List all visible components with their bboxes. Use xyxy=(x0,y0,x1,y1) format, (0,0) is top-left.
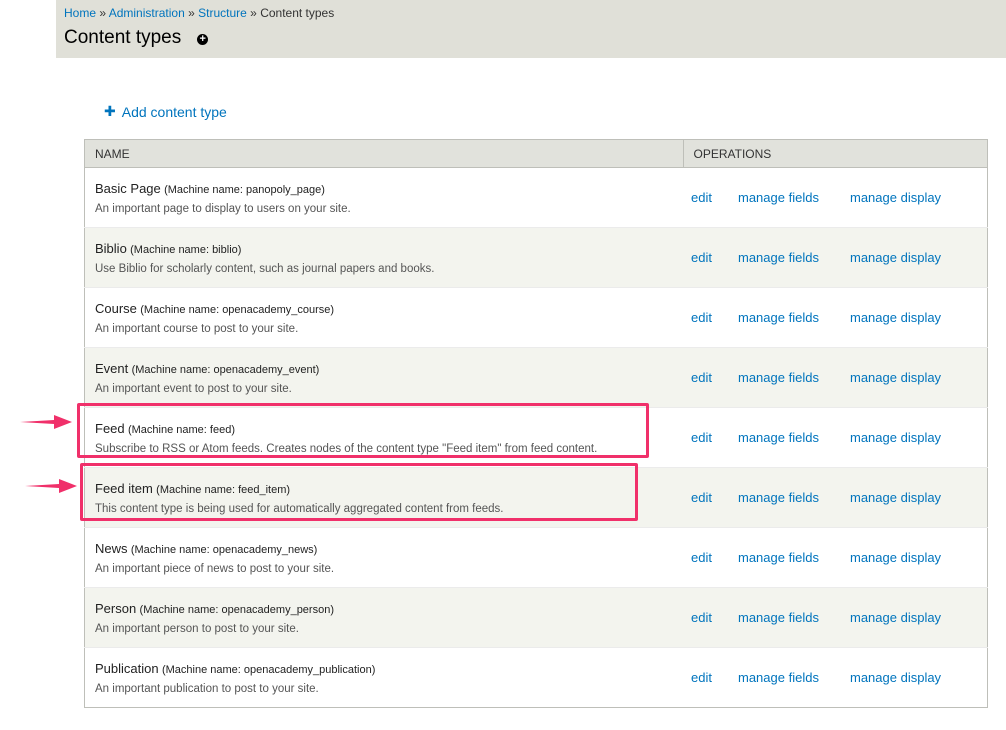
operations-cell: edit manage fields manage display xyxy=(683,227,988,288)
edit-link[interactable]: edit xyxy=(691,250,738,265)
machine-name: (Machine name: openacademy_course) xyxy=(140,303,335,316)
manage-display-link[interactable]: manage display xyxy=(850,190,941,205)
manage-fields-link[interactable]: manage fields xyxy=(738,490,850,505)
manage-fields-link[interactable]: manage fields xyxy=(738,190,850,205)
operations-cell: edit manage fields manage display xyxy=(683,467,988,528)
column-header-name: NAME xyxy=(84,139,684,168)
highlight-box-feed-item xyxy=(80,463,638,521)
machine-name: (Machine name: openacademy_news) xyxy=(130,543,318,556)
table-row: Basic Page (Machine name: panopoly_page)… xyxy=(84,167,988,228)
table-row: Event (Machine name: openacademy_event) A… xyxy=(84,347,988,408)
manage-display-link[interactable]: manage display xyxy=(850,550,941,565)
name-cell: Event (Machine name: openacademy_event) A… xyxy=(84,347,683,408)
name-cell: Person (Machine name: openacademy_person… xyxy=(84,587,683,648)
operations-cell: edit manage fields manage display xyxy=(683,647,988,708)
breadcrumb-current: Content types xyxy=(260,6,335,20)
name-cell: Biblio (Machine name: biblio) Use Biblio … xyxy=(84,227,683,288)
manage-display-link[interactable]: manage display xyxy=(850,310,941,325)
content-type-name: Basic Page xyxy=(95,180,161,196)
page-title: Content types xyxy=(64,27,182,48)
highlight-box-feed xyxy=(77,403,649,458)
add-shortcut-icon[interactable]: + xyxy=(197,33,209,45)
content-type-description: An important person to post to your site… xyxy=(95,622,299,635)
manage-fields-link[interactable]: manage fields xyxy=(738,370,850,385)
page-header: Home » Administration » Structure » Cont… xyxy=(56,0,1006,58)
breadcrumb-separator: » xyxy=(188,6,195,20)
operations-cell: edit manage fields manage display xyxy=(683,347,988,408)
content-type-name: News xyxy=(95,540,128,556)
content-type-name: Biblio xyxy=(95,240,127,256)
manage-fields-link[interactable]: manage fields xyxy=(738,250,850,265)
edit-link[interactable]: edit xyxy=(691,610,738,625)
operations-cell: edit manage fields manage display xyxy=(683,587,988,648)
content-type-description: An important piece of news to post to yo… xyxy=(95,562,335,575)
content-type-description: Use Biblio for scholarly content, such a… xyxy=(95,262,435,275)
edit-link[interactable]: edit xyxy=(691,550,738,565)
name-cell: Publication (Machine name: openacademy_p… xyxy=(84,647,683,708)
manage-fields-link[interactable]: manage fields xyxy=(738,670,850,685)
manage-display-link[interactable]: manage display xyxy=(850,430,941,445)
breadcrumb-separator: » xyxy=(250,6,257,20)
column-header-operations: OPERATIONS xyxy=(682,139,988,168)
content-type-description: An important course to post to your site… xyxy=(95,322,299,335)
table-row: Publication (Machine name: openacademy_p… xyxy=(84,647,988,708)
manage-display-link[interactable]: manage display xyxy=(850,670,941,685)
breadcrumb-home[interactable]: Home xyxy=(64,6,96,20)
edit-link[interactable]: edit xyxy=(691,370,738,385)
table-header-row: NAME OPERATIONS xyxy=(84,139,988,168)
operations-cell: edit manage fields manage display xyxy=(683,407,988,468)
edit-link[interactable]: edit xyxy=(691,490,738,505)
manage-fields-link[interactable]: manage fields xyxy=(738,430,850,445)
manage-fields-link[interactable]: manage fields xyxy=(738,610,850,625)
machine-name: (Machine name: openacademy_publication) xyxy=(161,663,376,676)
breadcrumb-administration[interactable]: Administration xyxy=(109,6,185,20)
content-type-description: An important publication to post to your… xyxy=(95,682,319,695)
machine-name: (Machine name: openacademy_person) xyxy=(139,603,334,616)
breadcrumb-structure[interactable]: Structure xyxy=(198,6,247,20)
edit-link[interactable]: edit xyxy=(691,430,738,445)
edit-link[interactable]: edit xyxy=(691,670,738,685)
content-type-description: An important page to display to users on… xyxy=(95,202,351,215)
edit-link[interactable]: edit xyxy=(691,190,738,205)
breadcrumb: Home » Administration » Structure » Cont… xyxy=(64,6,334,20)
machine-name: (Machine name: panopoly_page) xyxy=(164,183,325,196)
add-content-type-link[interactable]: ✚ Add content type xyxy=(104,103,227,120)
operations-cell: edit manage fields manage display xyxy=(683,527,988,588)
plus-icon: ✚ xyxy=(104,103,116,119)
content-type-name: Publication xyxy=(95,660,159,676)
manage-display-link[interactable]: manage display xyxy=(850,610,941,625)
manage-display-link[interactable]: manage display xyxy=(850,370,941,385)
table-row: Person (Machine name: openacademy_person… xyxy=(84,587,988,648)
manage-display-link[interactable]: manage display xyxy=(850,250,941,265)
table-row: Biblio (Machine name: biblio) Use Biblio … xyxy=(84,227,988,288)
operations-cell: edit manage fields manage display xyxy=(683,167,988,228)
name-cell: Course (Machine name: openacademy_course… xyxy=(84,287,683,348)
breadcrumb-separator: » xyxy=(99,6,107,20)
title-bar: Content types + xyxy=(64,27,209,49)
arrow-icon xyxy=(20,415,72,429)
content-type-description: An important event to post to your site. xyxy=(95,382,292,395)
name-cell: News (Machine name: openacademy_news) An … xyxy=(84,527,683,588)
table-row: Course (Machine name: openacademy_course… xyxy=(84,287,988,348)
table-row: News (Machine name: openacademy_news) An … xyxy=(84,527,988,588)
machine-name: (Machine name: openacademy_event) xyxy=(131,363,320,376)
name-cell: Basic Page (Machine name: panopoly_page)… xyxy=(84,167,683,228)
content-type-name: Course xyxy=(95,300,137,316)
edit-link[interactable]: edit xyxy=(691,310,738,325)
content-type-name: Event xyxy=(95,360,129,376)
operations-cell: edit manage fields manage display xyxy=(683,287,988,348)
manage-fields-link[interactable]: manage fields xyxy=(738,550,850,565)
arrow-icon xyxy=(25,479,77,493)
add-content-type-label: Add content type xyxy=(121,103,227,120)
content-type-name: Person xyxy=(95,600,137,616)
manage-display-link[interactable]: manage display xyxy=(850,490,941,505)
machine-name: (Machine name: biblio) xyxy=(130,243,242,256)
manage-fields-link[interactable]: manage fields xyxy=(738,310,850,325)
